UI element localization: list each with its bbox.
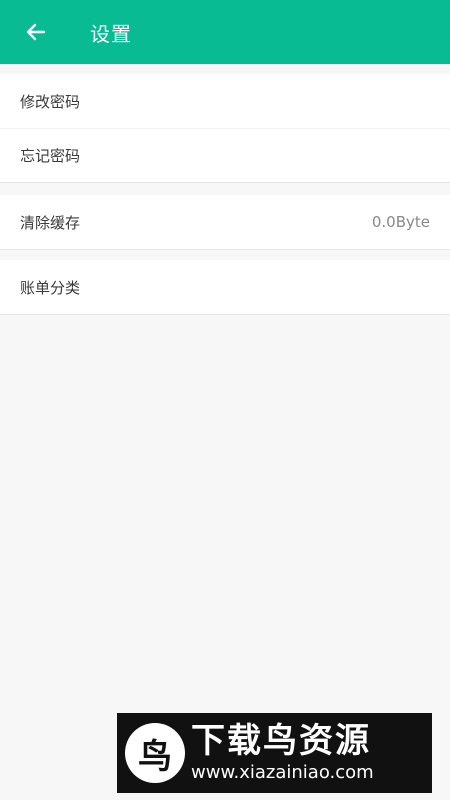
watermark-text: 下载鸟资源 www.xiazainiao.com <box>191 721 374 785</box>
change-password-label: 修改密码 <box>20 92 81 111</box>
cache-size-value: 0.0Byte <box>371 213 430 231</box>
change-password-row[interactable]: 修改密码 <box>0 74 450 128</box>
watermark-title: 下载鸟资源 <box>191 721 371 761</box>
arrow-left-icon <box>26 23 46 41</box>
settings-screen: 设置 修改密码 忘记密码 清除缓存 0.0Byte 账单分类 鸟 下载鸟资源 w… <box>0 0 450 800</box>
bill-category-row[interactable]: 账单分类 <box>0 260 450 314</box>
app-bar: 设置 <box>0 0 450 64</box>
bill-group: 账单分类 <box>0 260 450 315</box>
watermark-banner: 鸟 下载鸟资源 www.xiazainiao.com <box>117 713 432 793</box>
cache-group: 清除缓存 0.0Byte <box>0 195 450 250</box>
bill-category-label: 账单分类 <box>20 278 81 297</box>
watermark-logo-icon: 鸟 <box>125 723 185 783</box>
back-button[interactable] <box>16 12 56 52</box>
watermark-url: www.xiazainiao.com <box>191 762 374 783</box>
page-title: 设置 <box>90 21 132 46</box>
forgot-password-label: 忘记密码 <box>20 147 81 165</box>
forgot-password-row[interactable]: 忘记密码 <box>0 128 450 182</box>
clear-cache-label: 清除缓存 <box>20 213 81 232</box>
account-group: 修改密码 忘记密码 <box>0 74 450 183</box>
clear-cache-row[interactable]: 清除缓存 0.0Byte <box>0 195 450 249</box>
